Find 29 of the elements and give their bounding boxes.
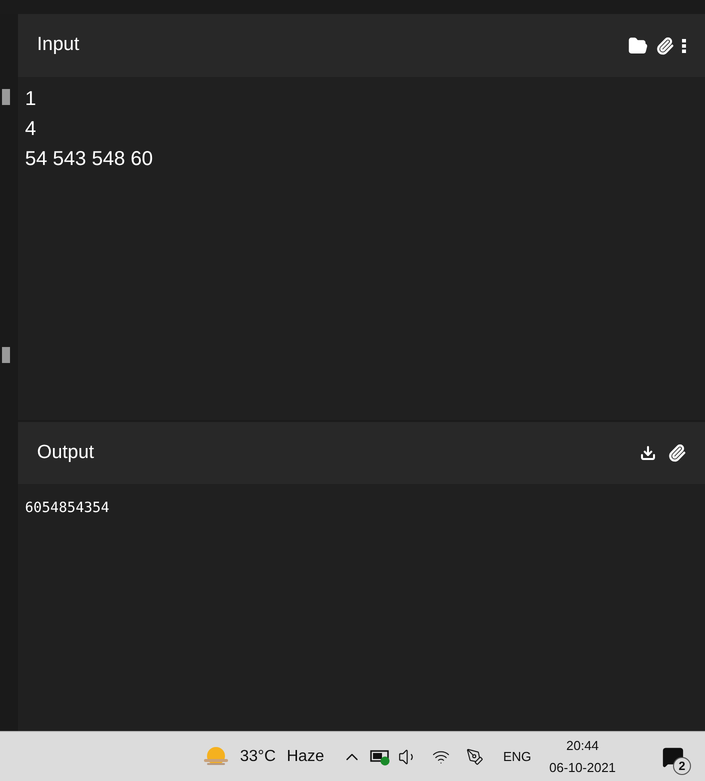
input-line: 54 543 548 60 [25, 147, 153, 172]
scroll-marker [2, 89, 10, 105]
pen-icon [466, 748, 484, 766]
input-line: 1 [25, 87, 36, 112]
notifications-button[interactable]: 2 [657, 740, 689, 772]
attach-button[interactable] [656, 36, 674, 54]
open-folder-button[interactable] [628, 36, 648, 56]
attach-button[interactable] [668, 444, 686, 462]
scroll-marker [2, 347, 10, 363]
more-icon [682, 38, 686, 52]
language-indicator[interactable]: ENG [503, 746, 532, 766]
download-icon [640, 445, 656, 461]
clock-date[interactable]: 06-10-2021 [549, 756, 616, 778]
weather-condition: Haze [286, 746, 324, 766]
clock-time[interactable]: 20:44 [566, 734, 599, 756]
paperclip-icon [668, 444, 686, 462]
folder-icon [628, 36, 648, 56]
notification-count: 2 [673, 756, 691, 774]
temperature-text: 33°C [240, 746, 276, 766]
output-text: 6054854354 [25, 499, 110, 518]
panel-title: Input [37, 33, 80, 58]
paperclip-icon [656, 36, 674, 54]
more-button[interactable] [682, 38, 686, 52]
input-line: 4 [25, 117, 36, 142]
panel-title: Output [37, 440, 96, 465]
download-button[interactable] [640, 445, 656, 461]
pen-button[interactable] [466, 748, 484, 766]
battery-icon[interactable] [370, 748, 392, 766]
input-field[interactable]: 1 4 54 543 548 60 [18, 77, 705, 420]
